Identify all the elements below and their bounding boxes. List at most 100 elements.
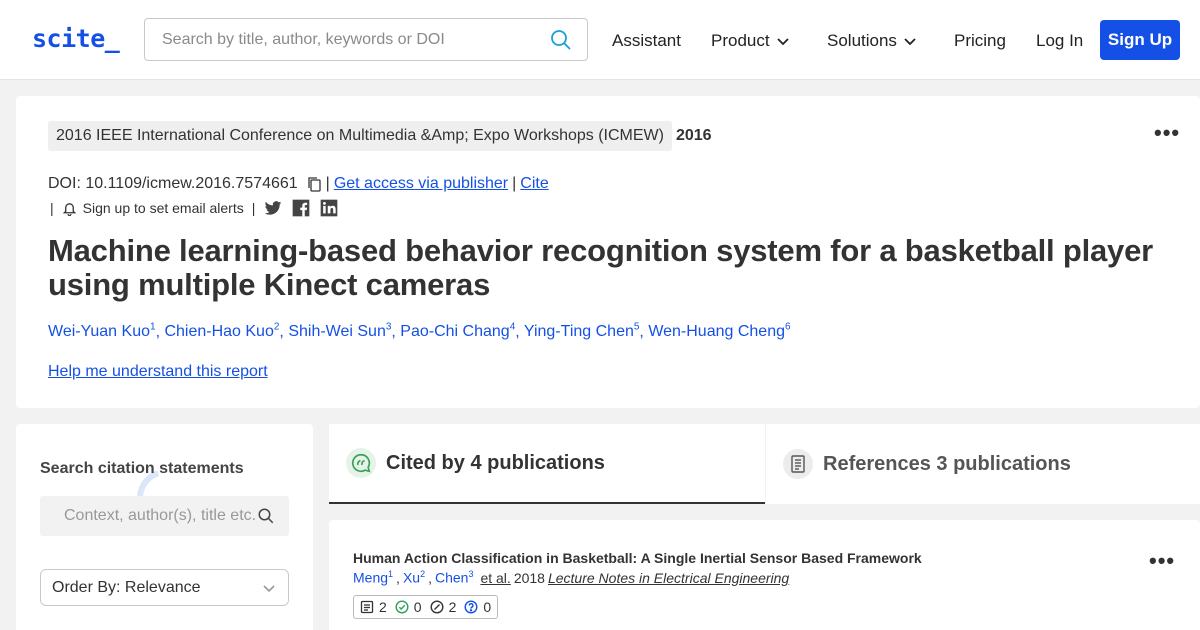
cite-link[interactable]: Cite — [520, 175, 548, 193]
author-affiliation-number: 1 — [150, 322, 156, 333]
contrasting-icon — [430, 600, 444, 614]
author-affiliation-number: 3 — [468, 569, 474, 579]
author-affiliation-number: 6 — [785, 322, 791, 333]
supporting-count-value: 0 — [413, 599, 422, 615]
chevron-down-icon — [776, 38, 789, 46]
help-understand-link[interactable]: Help me understand this report — [48, 363, 268, 381]
nav-solutions-label: Solutions — [827, 31, 897, 50]
email-alert-button[interactable]: Sign up to set email alerts — [62, 200, 244, 216]
tab-cited-by[interactable]: Cited by 4 publications — [329, 424, 765, 504]
citing-publication-year: 2018 — [513, 569, 545, 586]
citation-search-label: Search citation statements — [40, 460, 244, 477]
more-icon: ••• — [1154, 120, 1181, 145]
bell-icon — [62, 202, 76, 216]
supporting-count: 0 — [395, 599, 422, 615]
author-link[interactable]: Meng1 — [353, 569, 393, 586]
doi-separator: | — [325, 175, 330, 192]
author-affiliation-number: 4 — [509, 322, 516, 333]
chevron-down-icon — [904, 38, 916, 46]
document-icon — [783, 449, 813, 479]
more-options-button[interactable]: ••• — [1154, 120, 1180, 146]
order-by-value: Order By: Relevance — [52, 578, 201, 596]
author-link[interactable]: Pao-Chi Chang4 — [400, 322, 516, 341]
author-affiliation-number: 1 — [388, 569, 394, 579]
venue-badge[interactable]: 2016 IEEE International Conference on Mu… — [48, 120, 672, 151]
scite-logo[interactable]: scite_ — [32, 24, 120, 53]
doi-row: DOI: 10.1109/icmew.2016.7574661 | Get ac… — [48, 175, 549, 193]
author-name: Pao-Chi Chang — [400, 323, 510, 341]
nav-login[interactable]: Log In — [1036, 31, 1083, 51]
global-search-input[interactable] — [145, 19, 535, 60]
citation-search-sidebar: Search citation statements Order By: Rel… — [16, 424, 313, 630]
alert-separator-right: | — [251, 200, 256, 216]
facebook-icon[interactable] — [291, 198, 311, 218]
author-name: Ying-Ting Chen — [523, 323, 634, 341]
author-link[interactable]: Wei-Yuan Kuo1 — [48, 322, 156, 341]
author-name: Wei-Yuan Kuo — [48, 323, 150, 341]
author-affiliation-number: 3 — [385, 322, 392, 333]
venue-row: 2016 IEEE International Conference on Mu… — [48, 120, 712, 151]
unclassified-count: 0 — [464, 599, 491, 615]
doi-text: DOI: 10.1109/icmew.2016.7574661 — [48, 175, 298, 192]
nav-product-label: Product — [711, 31, 770, 50]
author-name: Shih-Wei Sun — [288, 323, 386, 341]
check-circle-icon — [395, 600, 409, 614]
paper-card: 2016 IEEE International Conference on Mu… — [16, 96, 1200, 408]
author-link[interactable]: Shih-Wei Sun3 — [288, 322, 392, 341]
author-name: Meng — [353, 569, 389, 586]
citing-publication-title[interactable]: Human Action Classification in Basketbal… — [353, 550, 922, 566]
nav-product[interactable]: Product — [711, 31, 790, 51]
email-alert-label: Sign up to set email alerts — [82, 200, 244, 216]
mentioning-icon — [360, 600, 374, 614]
mentioning-count-value: 2 — [379, 599, 387, 615]
top-navbar: scite_ Assistant Product Solutions Prici… — [0, 0, 1200, 80]
author-link[interactable]: Wen-Huang Cheng6 — [648, 322, 791, 341]
citing-publication-meta: Meng1, Xu2, Chen3 et al. 2018 Lecture No… — [353, 569, 790, 586]
alert-separator-left: | — [50, 200, 54, 216]
nav-solutions[interactable]: Solutions — [827, 31, 917, 51]
et-al-link[interactable]: et al. — [480, 570, 510, 586]
author-name: Chen — [434, 569, 469, 586]
linkedin-icon[interactable] — [319, 198, 339, 218]
tab-cited-by-label: Cited by 4 publications — [386, 451, 605, 474]
global-search[interactable] — [144, 18, 588, 61]
citation-search-box[interactable] — [40, 496, 289, 536]
author-link[interactable]: Chien-Hao Kuo2 — [164, 322, 280, 340]
citation-search-input[interactable] — [40, 496, 260, 536]
mentioning-count: 2 — [360, 599, 387, 615]
author-link[interactable]: Xu2 — [403, 569, 425, 586]
author-link[interactable]: Ying-Ting Chen5 — [523, 322, 640, 341]
copy-icon[interactable] — [306, 176, 322, 192]
quote-bubble-icon — [346, 448, 376, 478]
question-circle-icon — [464, 600, 478, 614]
tab-references[interactable]: References 3 publications — [766, 424, 1200, 504]
unclassified-count-value: 0 — [483, 599, 492, 615]
author-name: Xu — [402, 569, 421, 586]
nav-assistant-label: Assistant — [612, 31, 681, 50]
nav-login-label: Log In — [1036, 31, 1084, 50]
get-access-link[interactable]: Get access via publisher — [334, 175, 508, 193]
cite-separator: | — [512, 175, 517, 192]
nav-assistant[interactable]: Assistant — [612, 31, 681, 51]
citation-tally[interactable]: 2 0 2 0 — [353, 595, 499, 619]
author-affiliation-number: 2 — [420, 569, 426, 579]
search-icon[interactable] — [549, 28, 573, 52]
contrasting-count-value: 2 — [448, 599, 457, 615]
signup-button[interactable]: Sign Up — [1100, 20, 1180, 60]
nav-pricing[interactable]: Pricing — [954, 31, 1006, 51]
publication-year: 2016 — [675, 126, 712, 144]
tab-references-label: References 3 publications — [823, 452, 1071, 475]
order-by-select[interactable]: Order By: Relevance — [40, 569, 289, 606]
journal-link[interactable]: Lecture Notes in Electrical Engineering — [548, 570, 789, 586]
nav-pricing-label: Pricing — [954, 31, 1006, 50]
search-icon[interactable] — [257, 507, 275, 525]
twitter-icon[interactable] — [263, 198, 283, 218]
alert-row: | Sign up to set email alerts | — [50, 198, 339, 218]
author-affiliation-number: 2 — [273, 322, 280, 333]
author-affiliation-number: 5 — [633, 322, 640, 333]
author-link[interactable]: Chen3 — [435, 569, 473, 586]
citing-publication-card: Human Action Classification in Basketbal… — [329, 520, 1200, 630]
result-more-options-button[interactable]: ••• — [1149, 548, 1175, 574]
contrasting-count: 2 — [430, 599, 457, 615]
author-name: Wen-Huang Cheng — [648, 323, 785, 341]
